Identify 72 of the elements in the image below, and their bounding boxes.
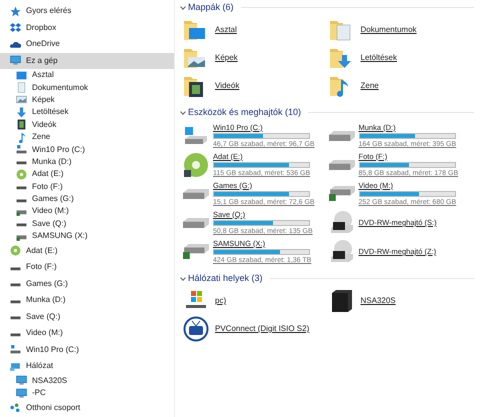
folder-icon <box>328 46 352 70</box>
sidebar-item[interactable]: Dokumentumok <box>0 81 174 94</box>
folder-link[interactable]: Asztal <box>215 24 237 36</box>
system-drive-icon <box>10 344 21 356</box>
section-header[interactable]: Hálózati helyek (3) <box>188 272 263 286</box>
dvd-drive-icon <box>328 238 354 264</box>
folder-link[interactable]: Zene <box>360 80 379 92</box>
folder-icon <box>183 46 207 70</box>
document-icon <box>16 82 27 94</box>
drive-icon <box>328 130 354 140</box>
folder-link[interactable]: Letöltések <box>360 52 397 64</box>
sidebar-item[interactable]: Dropbox <box>0 20 174 36</box>
sidebar-item[interactable]: Adat (E:) <box>0 242 174 259</box>
monitor-icon <box>16 388 27 399</box>
disc-icon <box>16 168 27 180</box>
sidebar-item[interactable]: Képek <box>0 94 174 106</box>
sidebar-item[interactable]: Save (Q:) <box>0 218 174 230</box>
drive-icon <box>183 188 209 198</box>
sidebar-item[interactable]: Games (G:) <box>0 275 174 292</box>
sidebar-item[interactable]: Games (G:) <box>0 192 174 206</box>
disc-icon <box>10 245 21 256</box>
tv-icon <box>183 316 209 342</box>
drive-icon <box>328 186 354 201</box>
sidebar-item[interactable]: Video (M:) <box>0 205 174 218</box>
sidebar-item[interactable]: Videók <box>0 118 174 131</box>
network-location-link[interactable]: pc) <box>215 295 226 307</box>
sidebar-item[interactable]: Win10 Pro (C:) <box>0 341 174 358</box>
sidebar-item[interactable]: Letöltések <box>0 106 174 119</box>
folder-icon <box>328 18 352 42</box>
sidebar-item[interactable]: Foto (F:) <box>0 180 174 193</box>
homegroup-icon <box>10 402 21 413</box>
sidebar-item[interactable]: Munka (D:) <box>0 156 174 168</box>
sidebar-item[interactable]: Munka (D:) <box>0 292 174 308</box>
sidebar-item[interactable]: Hálózat <box>0 358 174 374</box>
sidebar-item[interactable]: Ez a gép <box>0 52 174 69</box>
sidebar-item[interactable]: Gyors elérés <box>0 3 174 20</box>
monitor-icon <box>16 375 27 386</box>
film-icon <box>16 119 27 130</box>
star-icon <box>10 6 21 17</box>
picture-icon <box>16 94 27 106</box>
folder-link[interactable]: Dokumentumok <box>360 24 417 36</box>
sidebar-item[interactable]: -PC <box>0 386 174 400</box>
sidebar-item[interactable]: Adat (E:) <box>0 168 174 181</box>
folder-link[interactable]: Képek <box>215 52 238 64</box>
folder-link[interactable]: Videók <box>215 80 240 92</box>
dropbox-icon <box>10 22 21 34</box>
folder-icon <box>183 18 207 42</box>
network-location-link[interactable]: NSA320S <box>360 295 396 307</box>
sidebar-item[interactable]: OneDrive <box>0 36 174 52</box>
network-location-link[interactable]: PVConnect (Digit ISIO S2) <box>215 323 310 335</box>
dvd-drive-icon <box>328 210 354 236</box>
drive-icon <box>183 244 209 259</box>
sidebar-item[interactable]: SAMSUNG (X:) <box>0 230 174 242</box>
music-note-icon <box>16 132 27 143</box>
desktop-icon <box>16 70 27 81</box>
download-arrow-icon <box>16 106 27 118</box>
sidebar-item[interactable]: Foto (F:) <box>0 258 174 276</box>
system-drive-icon <box>16 144 27 156</box>
network-icon <box>10 360 21 372</box>
drive-icon <box>183 218 209 228</box>
sidebar-item[interactable]: Asztal <box>0 69 174 82</box>
sidebar-item[interactable]: NSA320S <box>0 374 174 387</box>
section-header[interactable]: Eszközök és meghajtók (10) <box>188 106 302 120</box>
sidebar-item[interactable]: Otthoni csoport <box>0 399 174 416</box>
sidebar-item[interactable]: Win10 Pro (C:) <box>0 143 174 156</box>
sidebar-item[interactable]: Zene <box>0 130 174 144</box>
monitor-icon <box>10 55 21 66</box>
section-header[interactable]: Mappák (6) <box>188 0 234 14</box>
sidebar-item[interactable]: Save (Q:) <box>0 308 174 325</box>
drive-icon <box>328 160 354 170</box>
disc-icon <box>183 152 209 178</box>
sidebar-item[interactable]: Video (M:) <box>0 324 174 342</box>
